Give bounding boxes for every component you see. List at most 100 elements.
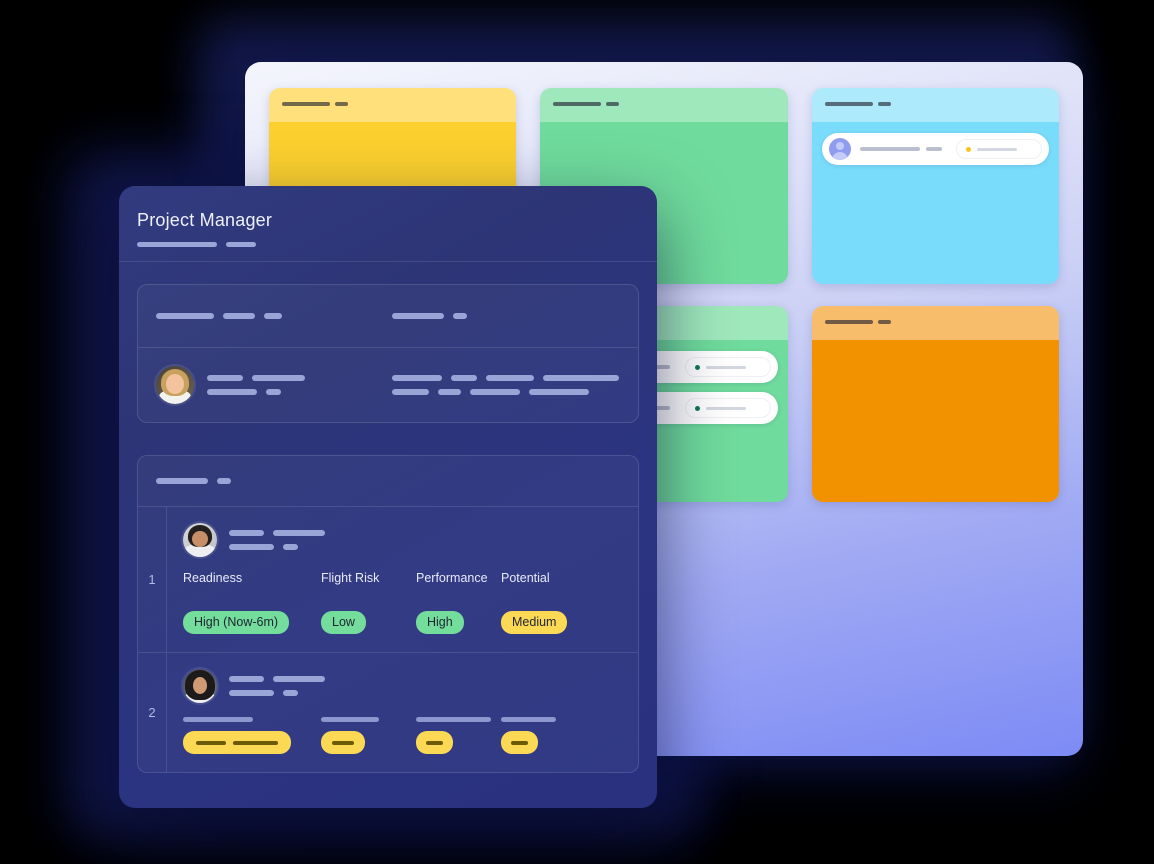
card-header <box>540 88 788 122</box>
status-badge[interactable] <box>501 731 538 754</box>
row-content <box>167 653 638 772</box>
chip-status-pill[interactable] <box>955 139 1042 159</box>
metric-cell <box>321 717 416 754</box>
placeholder-bar <box>392 313 444 319</box>
talent-list-rows: 1 Readiness High (Now-6m) Flight Risk Low Per… <box>138 507 638 772</box>
talent-list-panel: 1 Readiness High (Now-6m) Flight Risk Low Per… <box>137 455 639 773</box>
metric-label: Flight Risk <box>321 571 380 585</box>
status-dot-icon <box>694 405 700 411</box>
summary-panel <box>137 284 639 423</box>
avatar <box>156 366 194 404</box>
placeholder-bar <box>217 478 231 484</box>
metric-cell: Performance High <box>416 571 501 634</box>
chip-placeholder-bars <box>851 147 956 151</box>
summary-person-name-bars <box>207 375 305 395</box>
placeholder-bar <box>511 740 528 745</box>
row-content: Readiness High (Now-6m) Flight Risk Low Perf… <box>167 507 638 652</box>
placeholder-bar <box>705 406 746 410</box>
page-title: Project Manager <box>137 210 273 230</box>
placeholder-bar <box>453 313 467 319</box>
card-title-placeholder-bar <box>877 320 891 324</box>
talent-list-header-bars <box>156 478 620 484</box>
summary-person-row[interactable] <box>138 348 638 422</box>
status-badge[interactable] <box>183 731 291 754</box>
placeholder-bar <box>229 676 264 682</box>
placeholder-bar <box>426 740 443 745</box>
status-dot-icon <box>965 146 971 152</box>
status-badge[interactable] <box>321 731 365 754</box>
talent-list-header <box>138 456 638 506</box>
summary-header-bars-right <box>392 313 620 319</box>
card-title-placeholder-bar <box>824 320 873 324</box>
status-badge[interactable]: Low <box>321 611 366 634</box>
metric-label: Readiness <box>183 571 243 585</box>
metric-label-placeholder-bar <box>416 717 491 722</box>
subtitle-bar <box>137 242 217 247</box>
placeholder-bar <box>229 544 274 550</box>
row-name-bars <box>229 676 325 696</box>
status-badge[interactable]: Medium <box>501 611 568 634</box>
card-title-placeholder-bar <box>553 102 602 106</box>
placeholder-bar <box>438 389 461 395</box>
placeholder-bar <box>332 740 354 745</box>
placeholder-bar <box>223 313 255 319</box>
status-badge[interactable]: High (Now-6m) <box>183 611 290 634</box>
status-badge[interactable] <box>416 731 453 754</box>
placeholder-bar <box>229 530 264 536</box>
placeholder-bar <box>470 389 520 395</box>
card-header <box>269 88 517 122</box>
placeholder-bar <box>451 375 477 381</box>
chip-status-pill[interactable] <box>684 398 771 418</box>
card-body <box>811 122 1059 284</box>
placeholder-bar <box>266 389 281 395</box>
placeholder-bar <box>196 740 226 745</box>
card-body <box>811 340 1059 502</box>
placeholder-bar <box>207 389 257 395</box>
card-title-placeholder-bar <box>335 102 348 106</box>
summary-header-bars-left <box>156 313 392 319</box>
metric-label: Potential <box>501 571 550 585</box>
metric-label: Performance <box>416 571 488 585</box>
summary-person-detail-bars <box>392 375 620 395</box>
table-row[interactable]: 2 <box>138 652 638 772</box>
status-badge[interactable]: High <box>416 611 464 634</box>
table-row[interactable]: 1 Readiness High (Now-6m) Flight Risk Low Per… <box>138 507 638 652</box>
card-header <box>811 306 1059 340</box>
card-orange-1[interactable] <box>811 306 1059 502</box>
card-title-placeholder-bar <box>606 102 620 106</box>
placeholder-bar <box>283 690 298 696</box>
chip-status-pill[interactable] <box>684 357 771 377</box>
placeholder-bar <box>283 544 298 550</box>
placeholder-bar <box>925 147 942 151</box>
placeholder-bar <box>273 530 325 536</box>
metric-cell: Flight Risk Low <box>321 571 416 634</box>
metric-cell: Readiness High (Now-6m) <box>183 571 321 634</box>
placeholder-bar <box>207 375 243 381</box>
row-metrics <box>183 717 638 754</box>
placeholder-bar <box>976 147 1017 151</box>
placeholder-bar <box>705 365 746 369</box>
placeholder-bar <box>486 375 534 381</box>
metric-label-placeholder-bar <box>183 717 253 722</box>
placeholder-bar <box>156 478 208 484</box>
subtitle-placeholder-bars <box>137 242 657 247</box>
person-avatar-icon <box>828 138 851 160</box>
card-blue-1[interactable] <box>811 88 1059 284</box>
card-person-chip[interactable] <box>821 133 1049 165</box>
placeholder-bar <box>529 389 589 395</box>
row-person <box>183 669 638 703</box>
placeholder-bar <box>252 375 305 381</box>
summary-panel-header <box>138 285 638 347</box>
card-title-placeholder-bar <box>282 102 330 106</box>
metric-cell <box>501 717 596 754</box>
row-number: 2 <box>138 653 167 772</box>
card-title-placeholder-bar <box>877 102 891 106</box>
placeholder-bar <box>392 389 429 395</box>
metric-label-placeholder-bar <box>321 717 379 722</box>
row-metrics: Readiness High (Now-6m) Flight Risk Low Perf… <box>183 571 638 634</box>
placeholder-bar <box>273 676 325 682</box>
card-header <box>811 88 1059 122</box>
placeholder-bar <box>264 313 282 319</box>
metric-label-placeholder-bar <box>501 717 556 722</box>
project-manager-modal: Project Manager 1 Readiness High (Now-6m… <box>119 186 657 808</box>
